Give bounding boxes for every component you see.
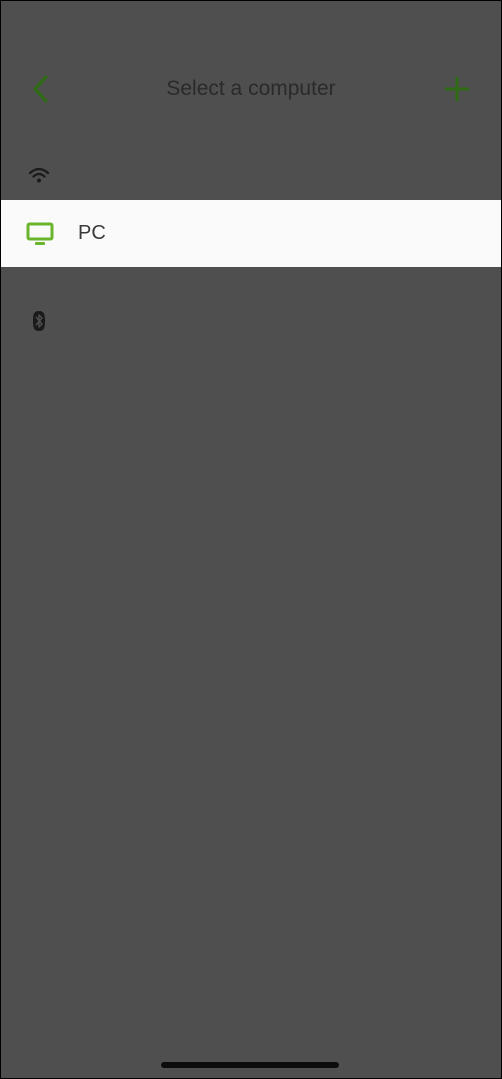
wifi-icon bbox=[28, 167, 50, 183]
bluetooth-section-header bbox=[27, 309, 51, 333]
bluetooth-icon bbox=[33, 311, 45, 331]
page-title: Select a computer bbox=[166, 77, 336, 100]
home-indicator[interactable] bbox=[161, 1062, 339, 1068]
wifi-section-header bbox=[27, 163, 51, 187]
computer-list-item[interactable]: PC bbox=[1, 200, 501, 267]
back-button[interactable] bbox=[21, 69, 61, 109]
navigation-bar: Select a computer bbox=[1, 57, 501, 121]
monitor-icon bbox=[26, 222, 54, 245]
plus-icon bbox=[444, 76, 470, 102]
screen: Select a computer PC bbox=[0, 0, 502, 1079]
computer-name: PC bbox=[78, 222, 106, 244]
chevron-left-icon bbox=[33, 75, 48, 103]
add-computer-button[interactable] bbox=[437, 69, 477, 109]
